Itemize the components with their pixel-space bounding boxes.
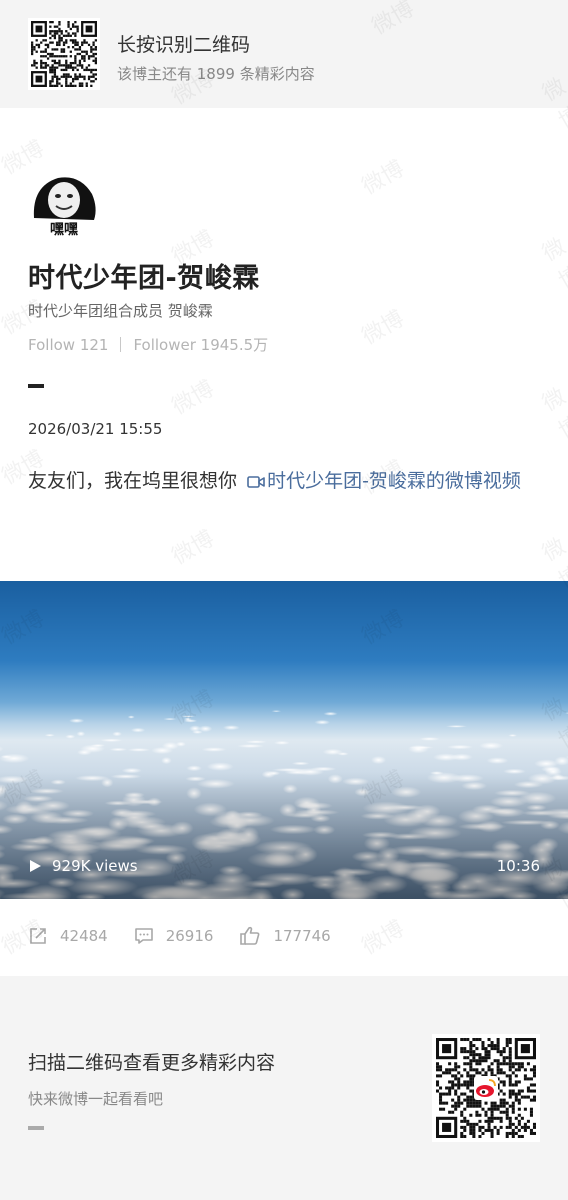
- repost-count: 42484: [60, 927, 108, 945]
- comment-count: 26916: [165, 927, 214, 945]
- like-button[interactable]: 177746: [239, 926, 331, 946]
- post-actions: 42484 26916 177746: [28, 926, 357, 946]
- play-icon[interactable]: [28, 859, 42, 873]
- author-stats: Follow 121 Follower 1945.5万: [28, 334, 268, 355]
- follower-count: Follower 1945.5万: [133, 336, 269, 354]
- qr-code-icon[interactable]: [28, 18, 100, 90]
- follow-count: Follow 121: [28, 335, 109, 354]
- comment-button[interactable]: 26916: [134, 926, 214, 946]
- comment-icon: [134, 928, 153, 944]
- scan-qr-title: 扫描二维码查看更多精彩内容: [28, 1052, 276, 1074]
- footer-divider: [28, 1126, 44, 1130]
- section-divider: [28, 384, 44, 388]
- footer-subtitle: 快来微博一起看看吧: [28, 1090, 164, 1108]
- post-card: 嘿嘿 时代少年团-贺峻霖 时代少年团组合成员 贺峻霖 Follow 121 Fo…: [0, 108, 568, 976]
- views-label: 929K views: [52, 857, 138, 875]
- author-description: 时代少年团组合成员 贺峻霖: [28, 302, 213, 320]
- weibo-logo-icon: [474, 1076, 498, 1100]
- top-qr-banner: 长按识别二维码 该博主还有 1899 条精彩内容: [0, 0, 568, 108]
- post-date: 2026/03/21 15:55: [28, 420, 163, 438]
- long-press-qr-title: 长按识别二维码: [117, 34, 251, 56]
- post-body: 友友们，我在坞里很想你: [28, 470, 238, 492]
- video-link[interactable]: 时代少年团-贺峻霖的微博视频: [267, 470, 521, 492]
- video-player[interactable]: 929K views 10:36: [0, 581, 568, 899]
- video-camera-icon: [247, 460, 265, 506]
- video-duration: 10:36: [496, 857, 540, 875]
- post-text: 友友们，我在坞里很想你 时代少年团-贺峻霖的微博视频: [28, 458, 538, 506]
- repost-icon: [30, 928, 46, 944]
- like-icon: [240, 926, 260, 945]
- like-count: 177746: [273, 927, 331, 945]
- qr-code-icon[interactable]: [432, 1034, 540, 1142]
- video-views: 929K views: [28, 857, 138, 875]
- footer-qr-banner: 扫描二维码查看更多精彩内容 快来微博一起看看吧: [0, 976, 568, 1200]
- video-thumbnail: [0, 581, 568, 899]
- more-content-subtitle: 该博主还有 1899 条精彩内容: [117, 65, 315, 83]
- avatar[interactable]: 嘿嘿: [28, 168, 100, 240]
- avatar-text: 嘿嘿: [50, 222, 78, 238]
- repost-button[interactable]: 42484: [28, 926, 108, 946]
- stats-divider: [120, 337, 122, 352]
- author-name[interactable]: 时代少年团-贺峻霖: [28, 256, 260, 295]
